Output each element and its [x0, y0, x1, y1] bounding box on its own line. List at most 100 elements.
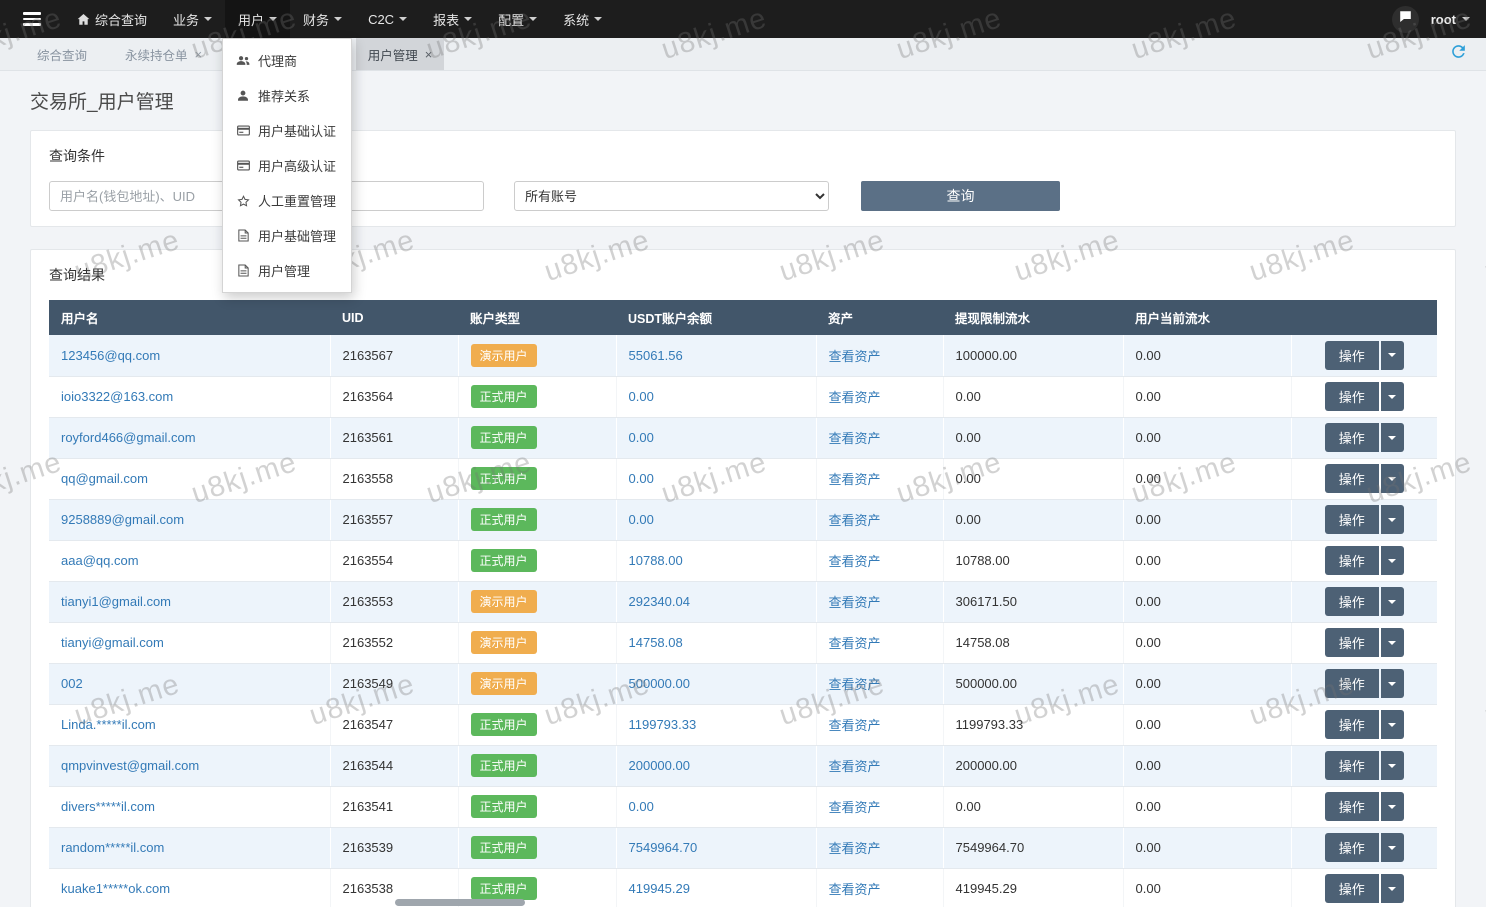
scrollbar-thumb[interactable] — [395, 899, 525, 906]
action-dropdown-button[interactable] — [1381, 792, 1404, 821]
action-button[interactable]: 操作 — [1325, 546, 1379, 575]
view-assets-link[interactable]: 查看资产 — [829, 800, 881, 815]
nav-item-config[interactable]: 配置 — [485, 0, 550, 38]
menu-item-manual-reset-management[interactable]: 人工重置管理 — [223, 183, 351, 218]
menu-item-agent[interactable]: 代理商 — [223, 43, 351, 78]
action-dropdown-button[interactable] — [1381, 587, 1404, 616]
user-menu[interactable]: root — [1431, 12, 1470, 27]
usdt-balance-link[interactable]: 1199793.33 — [629, 717, 697, 732]
username-link[interactable]: ioio3322@163.com — [61, 389, 173, 404]
view-assets-link[interactable]: 查看资产 — [829, 636, 881, 651]
close-icon[interactable]: × — [195, 47, 203, 62]
action-button[interactable]: 操作 — [1325, 792, 1379, 821]
username-link[interactable]: qmpvinvest@gmail.com — [61, 758, 199, 773]
action-button[interactable]: 操作 — [1325, 505, 1379, 534]
nav-item-system[interactable]: 系统 — [550, 0, 615, 38]
withdraw-limit-flow: 14758.08 — [956, 635, 1010, 650]
usdt-balance-link[interactable]: 55061.56 — [629, 348, 683, 363]
usdt-balance-link[interactable]: 0.00 — [629, 389, 654, 404]
view-assets-link[interactable]: 查看资产 — [829, 513, 881, 528]
username-link[interactable]: 002 — [61, 676, 83, 691]
action-button[interactable]: 操作 — [1325, 833, 1379, 862]
nav-item-users[interactable]: 用户 — [225, 0, 290, 38]
username-link[interactable]: kuake1*****ok.com — [61, 881, 170, 896]
nav-item-finance[interactable]: 财务 — [290, 0, 355, 38]
usdt-balance-link[interactable]: 419945.29 — [629, 881, 690, 896]
username-link[interactable]: tianyi@gmail.com — [61, 635, 164, 650]
action-button[interactable]: 操作 — [1325, 710, 1379, 739]
action-dropdown-button[interactable] — [1381, 669, 1404, 698]
action-dropdown-button[interactable] — [1381, 382, 1404, 411]
username-link[interactable]: tianyi1@gmail.com — [61, 594, 171, 609]
usdt-balance-link[interactable]: 7549964.70 — [629, 840, 698, 855]
view-assets-link[interactable]: 查看资产 — [829, 718, 881, 733]
action-button[interactable]: 操作 — [1325, 751, 1379, 780]
action-dropdown-button[interactable] — [1381, 423, 1404, 452]
action-button[interactable]: 操作 — [1325, 464, 1379, 493]
action-dropdown-button[interactable] — [1381, 833, 1404, 862]
usdt-balance-link[interactable]: 0.00 — [629, 512, 654, 527]
username-link[interactable]: Linda.*****il.com — [61, 717, 156, 732]
action-button[interactable]: 操作 — [1325, 669, 1379, 698]
action-button[interactable]: 操作 — [1325, 423, 1379, 452]
usdt-balance-link[interactable]: 200000.00 — [629, 758, 690, 773]
view-assets-link[interactable]: 查看资产 — [829, 759, 881, 774]
action-button[interactable]: 操作 — [1325, 382, 1379, 411]
view-assets-link[interactable]: 查看资产 — [829, 349, 881, 364]
nav-item-c2c[interactable]: C2C — [355, 0, 420, 38]
nav-item-business[interactable]: 业务 — [160, 0, 225, 38]
menu-item-user-advanced-verification[interactable]: 用户高级认证 — [223, 148, 351, 183]
account-type-select[interactable]: 所有账号 — [514, 181, 829, 211]
usdt-balance-link[interactable]: 10788.00 — [629, 553, 683, 568]
view-assets-link[interactable]: 查看资产 — [829, 595, 881, 610]
action-dropdown-button[interactable] — [1381, 628, 1404, 657]
menu-item-user-basic-management[interactable]: 用户基础管理 — [223, 218, 351, 253]
usdt-balance-link[interactable]: 0.00 — [629, 430, 654, 445]
username-link[interactable]: qq@gmail.com — [61, 471, 148, 486]
action-button[interactable]: 操作 — [1325, 341, 1379, 370]
close-icon[interactable]: × — [425, 47, 433, 62]
view-assets-link[interactable]: 查看资产 — [829, 431, 881, 446]
account-type-badge: 正式用户 — [471, 877, 537, 900]
username-link[interactable]: 123456@qq.com — [61, 348, 160, 363]
action-dropdown-button[interactable] — [1381, 710, 1404, 739]
messages-button[interactable] — [1392, 6, 1419, 33]
refresh-button[interactable] — [1431, 38, 1486, 70]
username-link[interactable]: random*****il.com — [61, 840, 164, 855]
usdt-balance-link[interactable]: 0.00 — [629, 471, 654, 486]
nav-item-reports[interactable]: 报表 — [420, 0, 485, 38]
nav-item-composite-query[interactable]: 综合查询 — [64, 0, 160, 38]
view-assets-link[interactable]: 查看资产 — [829, 841, 881, 856]
menu-item-user-basic-verification[interactable]: 用户基础认证 — [223, 113, 351, 148]
action-dropdown-button[interactable] — [1381, 341, 1404, 370]
usdt-balance-link[interactable]: 500000.00 — [629, 676, 690, 691]
withdraw-limit-flow: 0.00 — [956, 471, 981, 486]
usdt-balance-link[interactable]: 14758.08 — [629, 635, 683, 650]
usdt-balance-link[interactable]: 0.00 — [629, 799, 654, 814]
username-link[interactable]: aaa@qq.com — [61, 553, 139, 568]
tab-perpetual-positions[interactable]: 永续持仓单× — [113, 38, 214, 70]
action-dropdown-button[interactable] — [1381, 505, 1404, 534]
action-button[interactable]: 操作 — [1325, 628, 1379, 657]
action-dropdown-button[interactable] — [1381, 751, 1404, 780]
horizontal-scrollbar[interactable] — [0, 898, 1486, 907]
withdraw-limit-flow: 419945.29 — [956, 881, 1017, 896]
username-link[interactable]: divers*****il.com — [61, 799, 155, 814]
menu-item-user-management[interactable]: 用户管理 — [223, 253, 351, 288]
view-assets-link[interactable]: 查看资产 — [829, 677, 881, 692]
view-assets-link[interactable]: 查看资产 — [829, 472, 881, 487]
hamburger-menu-button[interactable] — [0, 0, 64, 38]
username-link[interactable]: royford466@gmail.com — [61, 430, 196, 445]
menu-item-referral-relations[interactable]: 推荐关系 — [223, 78, 351, 113]
view-assets-link[interactable]: 查看资产 — [829, 554, 881, 569]
view-assets-link[interactable]: 查看资产 — [829, 882, 881, 897]
action-dropdown-button[interactable] — [1381, 546, 1404, 575]
usdt-balance-link[interactable]: 292340.04 — [629, 594, 690, 609]
search-button[interactable]: 查询 — [861, 181, 1060, 211]
tab-composite-query[interactable]: 综合查询 — [25, 38, 99, 70]
view-assets-link[interactable]: 查看资产 — [829, 390, 881, 405]
action-button[interactable]: 操作 — [1325, 587, 1379, 616]
action-dropdown-button[interactable] — [1381, 464, 1404, 493]
username-link[interactable]: 9258889@gmail.com — [61, 512, 184, 527]
tab-user-management[interactable]: 用户管理× — [356, 38, 445, 70]
